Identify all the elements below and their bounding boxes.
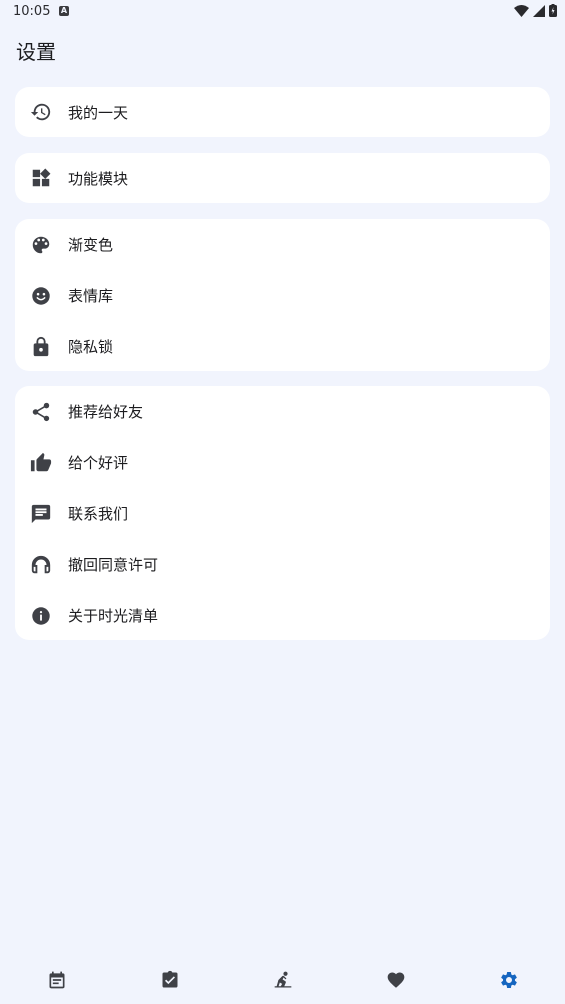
settings-group-4: 推荐给好友 给个好评 联系我们 撤回同意许可 关于时光清单 (15, 386, 550, 640)
about-label: 关于时光清单 (68, 607, 159, 625)
about-item[interactable]: 关于时光清单 (15, 590, 550, 641)
task-check-icon (162, 970, 177, 988)
my-day-item[interactable]: 我的一天 (15, 87, 550, 137)
contact-us-item[interactable]: 联系我们 (15, 488, 550, 539)
privacy-lock-label: 隐私锁 (68, 338, 114, 356)
contact-us-label: 联系我们 (68, 505, 129, 523)
revoke-consent-item[interactable]: 撤回同意许可 (15, 539, 550, 590)
history-icon (30, 101, 52, 123)
feature-modules-label: 功能模块 (68, 169, 129, 188)
info-icon (30, 605, 52, 627)
status-time: 10:05 (13, 4, 51, 19)
heart-icon (387, 972, 404, 988)
wifi-icon (514, 4, 529, 17)
nav-reading[interactable] (263, 960, 303, 1000)
emoji-icon (30, 285, 52, 307)
settings-group-1: 我的一天 (15, 87, 550, 137)
thumb-up-icon (30, 452, 52, 474)
recommend-friends-item[interactable]: 推荐给好友 (15, 386, 550, 437)
revoke-icon (30, 554, 52, 576)
lock-icon (30, 336, 52, 358)
rate-us-label: 给个好评 (68, 454, 129, 472)
gradient-color-item[interactable]: 渐变色 (15, 219, 550, 270)
emoji-library-item[interactable]: 表情库 (15, 270, 550, 321)
gradient-color-label: 渐变色 (68, 236, 114, 254)
nav-favorites[interactable] (376, 960, 416, 1000)
feature-modules-item[interactable]: 功能模块 (15, 153, 550, 203)
emoji-library-label: 表情库 (68, 287, 114, 305)
settings-group-3: 渐变色 表情库 隐私锁 (15, 219, 550, 371)
settings-gear-icon (500, 972, 517, 988)
nav-settings[interactable] (489, 960, 529, 1000)
revoke-consent-label: 撤回同意许可 (68, 556, 159, 574)
battery-icon (549, 4, 557, 17)
bottom-nav (0, 956, 565, 1004)
chat-icon (30, 503, 52, 525)
status-bar: 10:05 A (0, 0, 565, 24)
share-icon (30, 401, 52, 423)
calendar-icon (49, 971, 64, 989)
signal-icon (533, 4, 545, 17)
page-title: 设置 (16, 40, 56, 64)
nav-calendar[interactable] (37, 960, 77, 1000)
notification-a-icon: A (59, 6, 69, 16)
recommend-friends-label: 推荐给好友 (68, 403, 144, 421)
my-day-label: 我的一天 (68, 103, 129, 122)
rate-us-item[interactable]: 给个好评 (15, 437, 550, 488)
palette-icon (30, 234, 52, 256)
widgets-icon (30, 167, 52, 189)
privacy-lock-item[interactable]: 隐私锁 (15, 321, 550, 372)
nav-tasks[interactable] (150, 960, 190, 1000)
status-icons (514, 4, 557, 17)
settings-group-2: 功能模块 (15, 153, 550, 203)
person-reading-icon (274, 971, 291, 988)
